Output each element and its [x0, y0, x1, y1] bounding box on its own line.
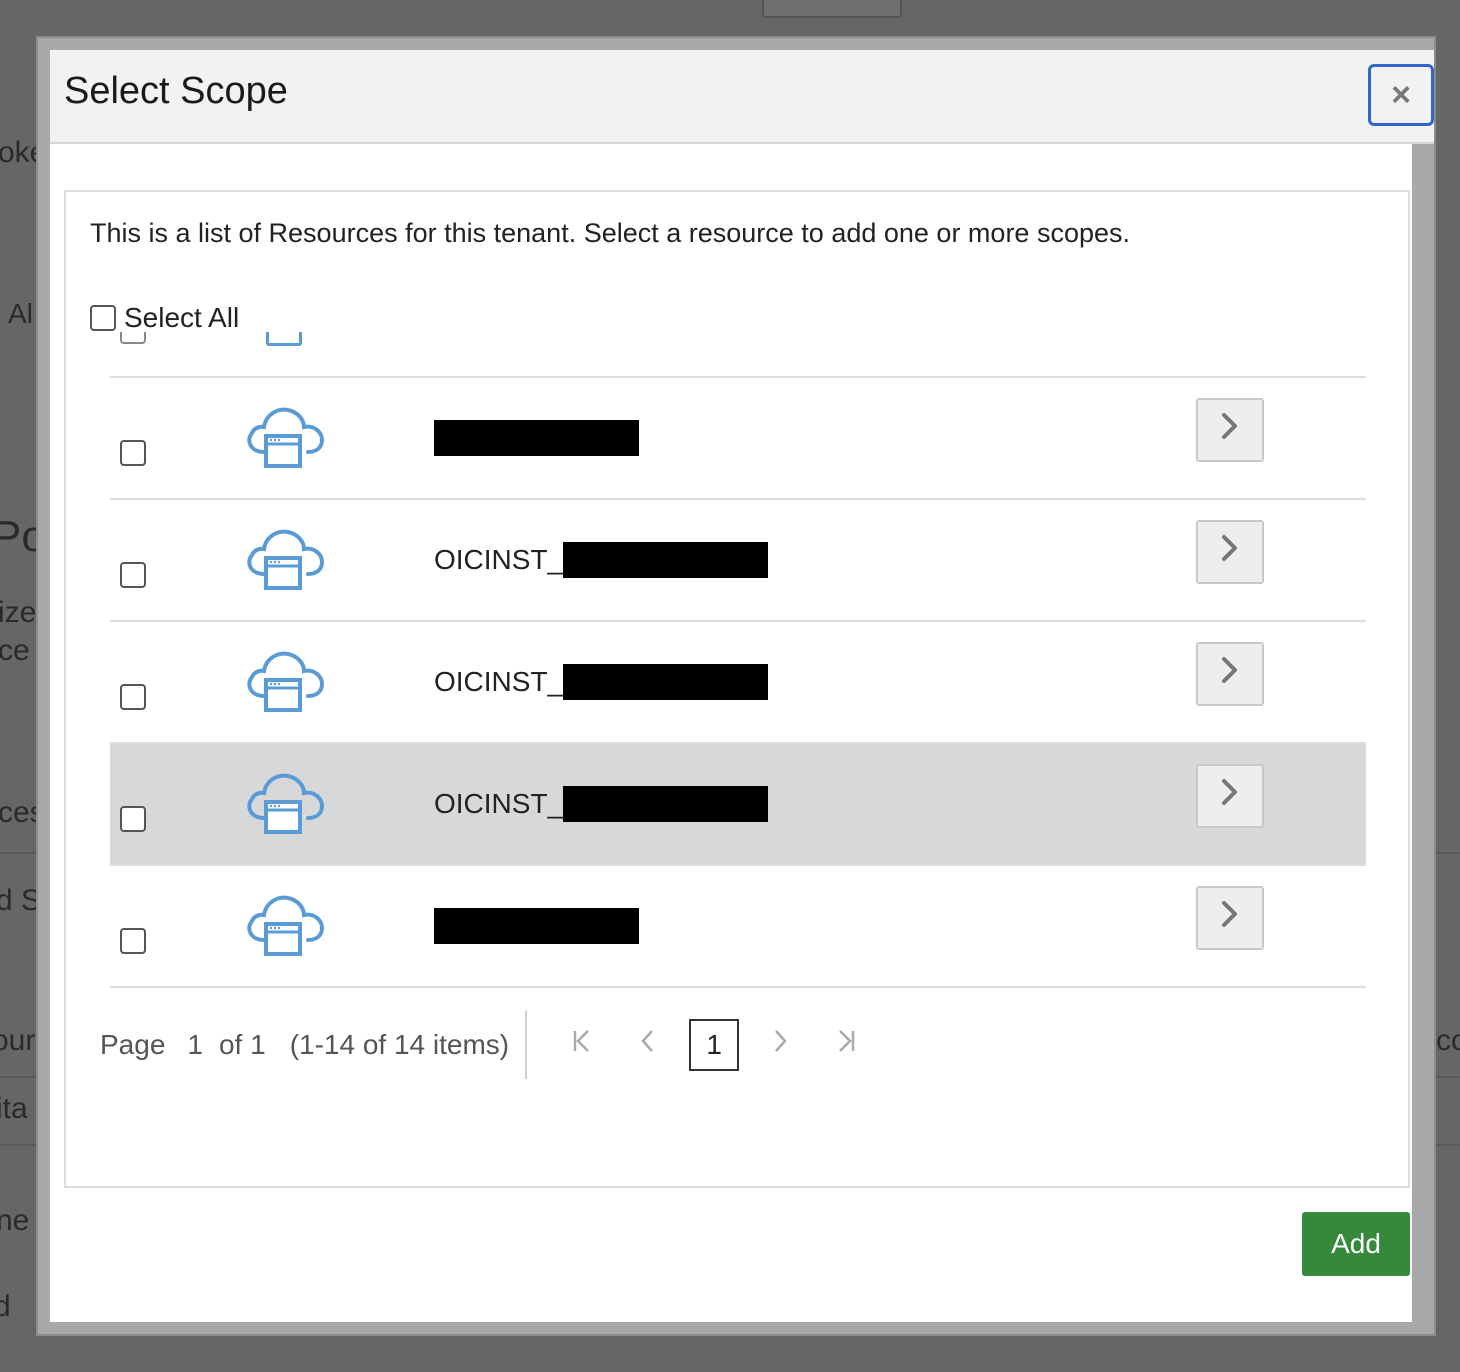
dialog-body: Select Scope × This is a list of Resourc…	[50, 50, 1434, 1322]
close-icon: ×	[1391, 75, 1411, 114]
background-text: d	[0, 1290, 11, 1323]
chevron-right-icon	[1219, 776, 1241, 817]
select-all-checkbox[interactable]	[90, 305, 116, 331]
chevron-right-icon	[1219, 898, 1241, 939]
resource-name: OICINST_	[434, 664, 769, 700]
chevron-right-icon	[1219, 410, 1241, 451]
background-text: ce	[0, 634, 30, 667]
background-text: ize	[0, 596, 37, 629]
open-resource-button[interactable]	[1196, 642, 1264, 706]
background-text: co	[1436, 1024, 1460, 1057]
redacted-block	[563, 786, 769, 822]
dialog-header: Select Scope ×	[50, 50, 1434, 144]
chevron-right-icon	[1219, 532, 1241, 573]
redacted-block	[434, 420, 639, 456]
add-button[interactable]: Add	[1302, 1212, 1410, 1276]
prev-page-icon[interactable]	[615, 1028, 681, 1062]
pagination: Page 1 of 1 (1-14 of 14 items) 1	[100, 1010, 879, 1080]
pager-divider	[525, 1011, 528, 1079]
background-divider	[1436, 1076, 1460, 1078]
scrolled-row-icon	[266, 332, 302, 346]
last-page-icon[interactable]	[813, 1028, 879, 1062]
select-all-control[interactable]: Select All	[90, 302, 239, 334]
select-all-label: Select All	[124, 302, 240, 333]
resource-name-prefix: OICINST_	[434, 544, 564, 575]
cloud-app-icon	[242, 766, 326, 836]
open-resource-button[interactable]	[1196, 520, 1264, 584]
redacted-block	[563, 542, 769, 578]
scrolled-row-checkbox	[120, 332, 146, 344]
cloud-app-icon	[242, 522, 326, 592]
resource-list: OICINST_ OICINST_ OICINST_	[110, 376, 1366, 988]
resource-name: OICINST_	[434, 542, 769, 578]
background-divider	[1436, 1144, 1460, 1146]
resource-name: OICINST_	[434, 786, 769, 822]
open-resource-button[interactable]	[1196, 764, 1264, 828]
row-checkbox[interactable]	[120, 440, 146, 466]
background-button	[762, 0, 902, 18]
redacted-block	[434, 908, 639, 944]
resource-row[interactable]: OICINST_	[110, 500, 1366, 622]
intro-text: This is a list of Resources for this ten…	[90, 218, 1131, 248]
row-checkbox[interactable]	[120, 806, 146, 832]
row-checkbox[interactable]	[120, 684, 146, 710]
page-count: of 1	[218, 1029, 266, 1060]
redacted-block	[563, 664, 769, 700]
background-text: d S	[0, 884, 42, 917]
cloud-app-icon	[242, 400, 326, 470]
background-divider	[1436, 852, 1460, 854]
resource-name-prefix: OICINST_	[434, 788, 564, 819]
background-text: ne	[0, 1204, 30, 1237]
chevron-right-icon	[1219, 654, 1241, 695]
resource-row[interactable]	[110, 866, 1366, 988]
current-page-button[interactable]: 1	[689, 1019, 740, 1071]
resource-name	[434, 908, 639, 944]
dialog-title: Select Scope	[64, 70, 288, 112]
resource-row[interactable]: OICINST_	[110, 744, 1366, 866]
close-button[interactable]: ×	[1368, 64, 1434, 126]
background-divider	[0, 1076, 36, 1078]
background-divider	[0, 852, 36, 854]
cloud-app-icon	[242, 644, 326, 714]
resource-name-prefix: OICINST_	[434, 666, 564, 697]
open-resource-button[interactable]	[1196, 886, 1264, 950]
resource-row[interactable]: OICINST_	[110, 622, 1366, 744]
row-checkbox[interactable]	[120, 562, 146, 588]
background-text: Al	[8, 298, 33, 329]
background-text: ita	[0, 1092, 28, 1125]
select-scope-dialog: Select Scope × This is a list of Resourc…	[36, 36, 1436, 1336]
page-label: Page	[100, 1029, 166, 1060]
background-divider	[0, 1144, 36, 1146]
first-page-icon[interactable]	[549, 1028, 615, 1062]
resource-list-panel: This is a list of Resources for this ten…	[64, 190, 1410, 1188]
resource-row[interactable]	[110, 378, 1366, 500]
page-number: 1	[187, 1029, 203, 1060]
next-page-icon[interactable]	[747, 1028, 813, 1062]
open-resource-button[interactable]	[1196, 398, 1264, 462]
cloud-app-icon	[242, 888, 326, 958]
row-checkbox[interactable]	[120, 928, 146, 954]
items-range: (1-14 of 14 items)	[289, 1029, 510, 1060]
resource-name	[434, 420, 639, 456]
